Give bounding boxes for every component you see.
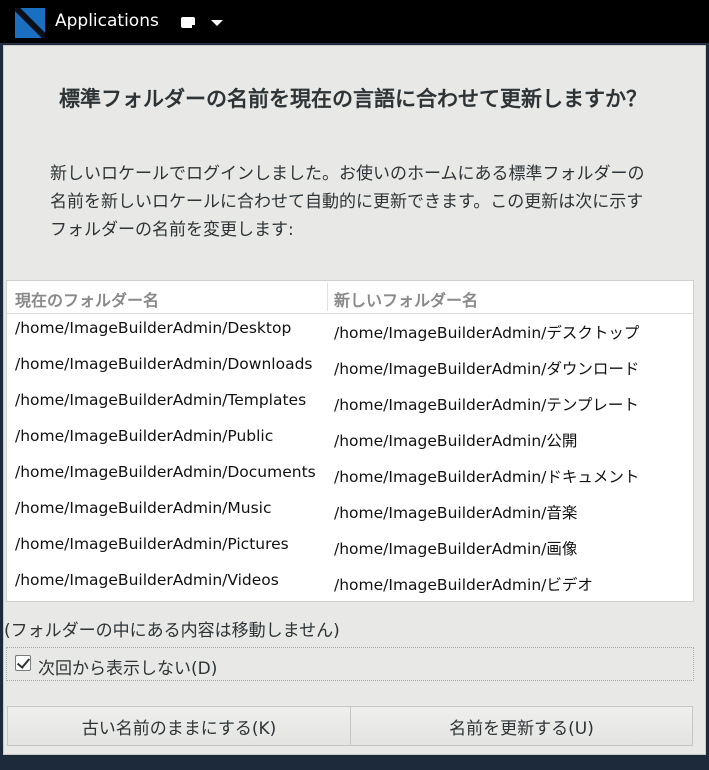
distro-logo-icon[interactable] xyxy=(15,8,45,38)
current-folder-cell: /home/ImageBuilderAdmin/Music xyxy=(15,499,272,517)
checkbox-label[interactable]: 次回から表示しない(D) xyxy=(38,654,217,679)
table-header: 現在のフォルダー名 新しいフォルダー名 xyxy=(7,281,693,314)
new-folder-cell: /home/ImageBuilderAdmin/ドキュメント xyxy=(334,468,640,486)
update-names-button[interactable]: 名前を更新する(U) xyxy=(351,707,692,745)
new-folder-cell: /home/ImageBuilderAdmin/デスクトップ xyxy=(334,324,640,342)
table-row[interactable]: /home/ImageBuilderAdmin/Templates /home/… xyxy=(7,391,693,427)
column-header-current[interactable]: 現在のフォルダー名 xyxy=(15,287,159,311)
move-note: (フォルダーの中にある内容は移動しません) xyxy=(4,621,340,641)
current-folder-cell: /home/ImageBuilderAdmin/Downloads xyxy=(15,355,313,373)
dialog-description: 新しいロケールでログインしました。お使いのホームにある標準フォルダーの名前を新し… xyxy=(50,164,645,240)
table-row[interactable]: /home/ImageBuilderAdmin/Videos /home/Ima… xyxy=(7,571,693,601)
new-folder-cell: /home/ImageBuilderAdmin/画像 xyxy=(334,540,578,558)
window-list-icon[interactable] xyxy=(181,17,197,30)
new-folder-cell: /home/ImageBuilderAdmin/ダウンロード xyxy=(334,360,640,378)
new-folder-cell: /home/ImageBuilderAdmin/公開 xyxy=(334,432,578,450)
column-header-new[interactable]: 新しいフォルダー名 xyxy=(334,287,478,311)
table-row[interactable]: /home/ImageBuilderAdmin/Music /home/Imag… xyxy=(7,499,693,535)
table-row[interactable]: /home/ImageBuilderAdmin/Public /home/Ima… xyxy=(7,427,693,463)
new-folder-cell: /home/ImageBuilderAdmin/ビデオ xyxy=(334,576,593,594)
dialog-title: 標準フォルダーの名前を現在の言語に合わせて更新しますか？ xyxy=(59,87,647,111)
column-divider xyxy=(327,283,328,311)
checkbox-checked-icon[interactable] xyxy=(15,655,31,671)
current-folder-cell: /home/ImageBuilderAdmin/Videos xyxy=(15,571,279,589)
folder-rename-dialog: 標準フォルダーの名前を現在の言語に合わせて更新しますか？ 新しいロケールでログイ… xyxy=(3,45,706,755)
keep-old-names-button[interactable]: 古い名前のままにする(K) xyxy=(8,707,351,745)
current-folder-cell: /home/ImageBuilderAdmin/Templates xyxy=(15,391,307,409)
dont-show-again-checkbox[interactable]: 次回から表示しない(D) xyxy=(6,647,694,681)
current-folder-cell: /home/ImageBuilderAdmin/Public xyxy=(15,427,274,445)
current-folder-cell: /home/ImageBuilderAdmin/Desktop xyxy=(15,319,292,337)
dialog-button-bar: 古い名前のままにする(K) 名前を更新する(U) xyxy=(7,706,693,746)
taskbar: Applications xyxy=(0,0,709,44)
folder-table: 現在のフォルダー名 新しいフォルダー名 /home/ImageBuilderAd… xyxy=(6,280,694,602)
current-folder-cell: /home/ImageBuilderAdmin/Pictures xyxy=(15,535,289,553)
new-folder-cell: /home/ImageBuilderAdmin/音楽 xyxy=(334,504,578,522)
current-folder-cell: /home/ImageBuilderAdmin/Documents xyxy=(15,463,316,481)
applications-menu[interactable]: Applications xyxy=(55,11,159,31)
chevron-down-icon[interactable] xyxy=(211,20,223,26)
new-folder-cell: /home/ImageBuilderAdmin/テンプレート xyxy=(334,396,639,414)
table-row[interactable]: /home/ImageBuilderAdmin/Downloads /home/… xyxy=(7,355,693,391)
table-row[interactable]: /home/ImageBuilderAdmin/Pictures /home/I… xyxy=(7,535,693,571)
table-row[interactable]: /home/ImageBuilderAdmin/Desktop /home/Im… xyxy=(7,319,693,355)
table-row[interactable]: /home/ImageBuilderAdmin/Documents /home/… xyxy=(7,463,693,499)
